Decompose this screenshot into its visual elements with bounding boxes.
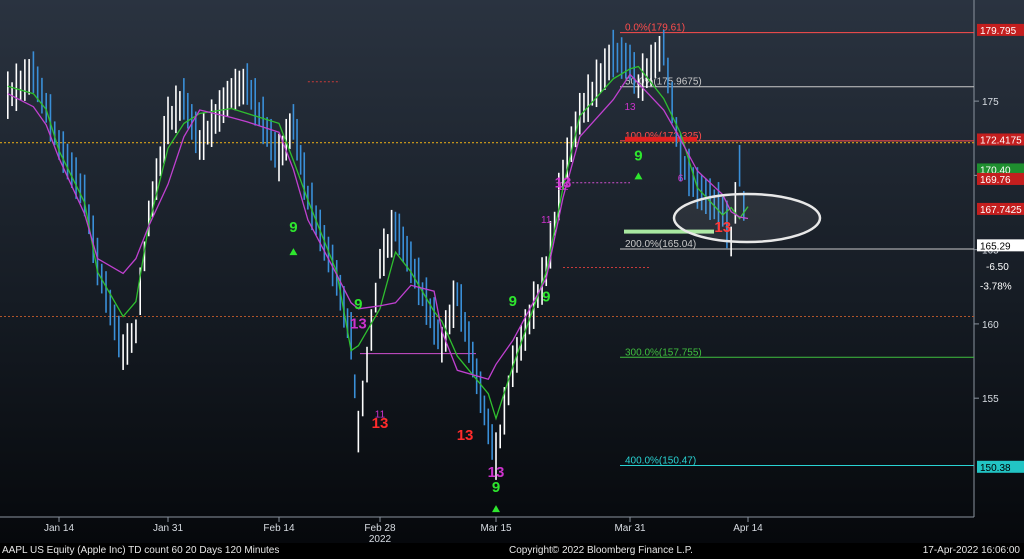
x-tick-label: Jan 31 (153, 523, 183, 534)
price-tag-label: 165.29 (980, 241, 1011, 252)
fib-level-label: 400.0%(150.47) (625, 455, 696, 466)
td-count-label: 9 (542, 289, 550, 306)
td-buy-arrow (492, 505, 500, 513)
price-change-abs: -6.50 (986, 262, 1009, 273)
td-count-label: 13 (350, 315, 367, 332)
td-count-label: 9 (492, 479, 500, 496)
status-bar: AAPL US Equity (Apple Inc) TD count 60 2… (0, 543, 1024, 559)
td-count-label: 11 (541, 215, 552, 226)
fib-level-label: 50.0%(175.9675) (625, 77, 702, 88)
td-count-label: 12 (557, 182, 569, 193)
x-tick-label: Feb 14 (263, 523, 295, 534)
highlight-ellipse (672, 192, 822, 244)
td-buy-arrow (289, 248, 298, 256)
td-count-label: 13 (457, 427, 474, 444)
fib-100-marker (625, 136, 697, 142)
y-tick-label: 160 (982, 320, 999, 331)
fib-level-label: 200.0%(165.04) (625, 239, 696, 250)
x-tick-label: Mar 31 (614, 523, 646, 534)
price-change-pct: -3.78% (980, 281, 1012, 292)
y-tick-label: 155 (982, 394, 999, 405)
price-tag-label: 179.795 (980, 26, 1017, 37)
td-count-label: 9 (509, 293, 517, 310)
td-count-label: 9 (634, 148, 642, 165)
price-tag-label: 169.76 (980, 175, 1011, 186)
x-tick-label: Jan 14 (44, 523, 74, 534)
td-count-label: 13 (624, 102, 636, 113)
td-count-label: 9 (289, 219, 297, 236)
td-count-label: 6 (678, 173, 684, 184)
price-tag-label: 172.4175 (980, 135, 1022, 146)
price-tag-label: 167.7425 (980, 205, 1022, 216)
x-tick-label: Mar 15 (480, 523, 512, 534)
footer-timestamp: 17-Apr-2022 16:06:00 (922, 545, 1020, 556)
x-tick-label: Feb 28 (364, 523, 396, 534)
td-count-label: 9 (354, 296, 362, 313)
td-count-label: 11 (375, 409, 386, 420)
y-tick-label: 175 (982, 97, 999, 108)
fib-level-label: 0.0%(179.61) (625, 23, 685, 34)
chart-area: 155160165170175Jan 14Jan 31Feb 14Feb 28M… (0, 0, 1024, 559)
footer-copyright: Copyright© 2022 Bloomberg Finance L.P. (509, 545, 693, 556)
footer-security-label: AAPL US Equity (Apple Inc) TD count 60 2… (2, 545, 280, 556)
price-chart: 155160165170175Jan 14Jan 31Feb 14Feb 28M… (0, 0, 1024, 545)
fib-level-label: 300.0%(157.755) (625, 347, 702, 358)
price-tag-label: 150.38 (980, 463, 1011, 474)
x-tick-label: Apr 14 (733, 523, 763, 534)
td-buy-arrow (634, 172, 643, 180)
